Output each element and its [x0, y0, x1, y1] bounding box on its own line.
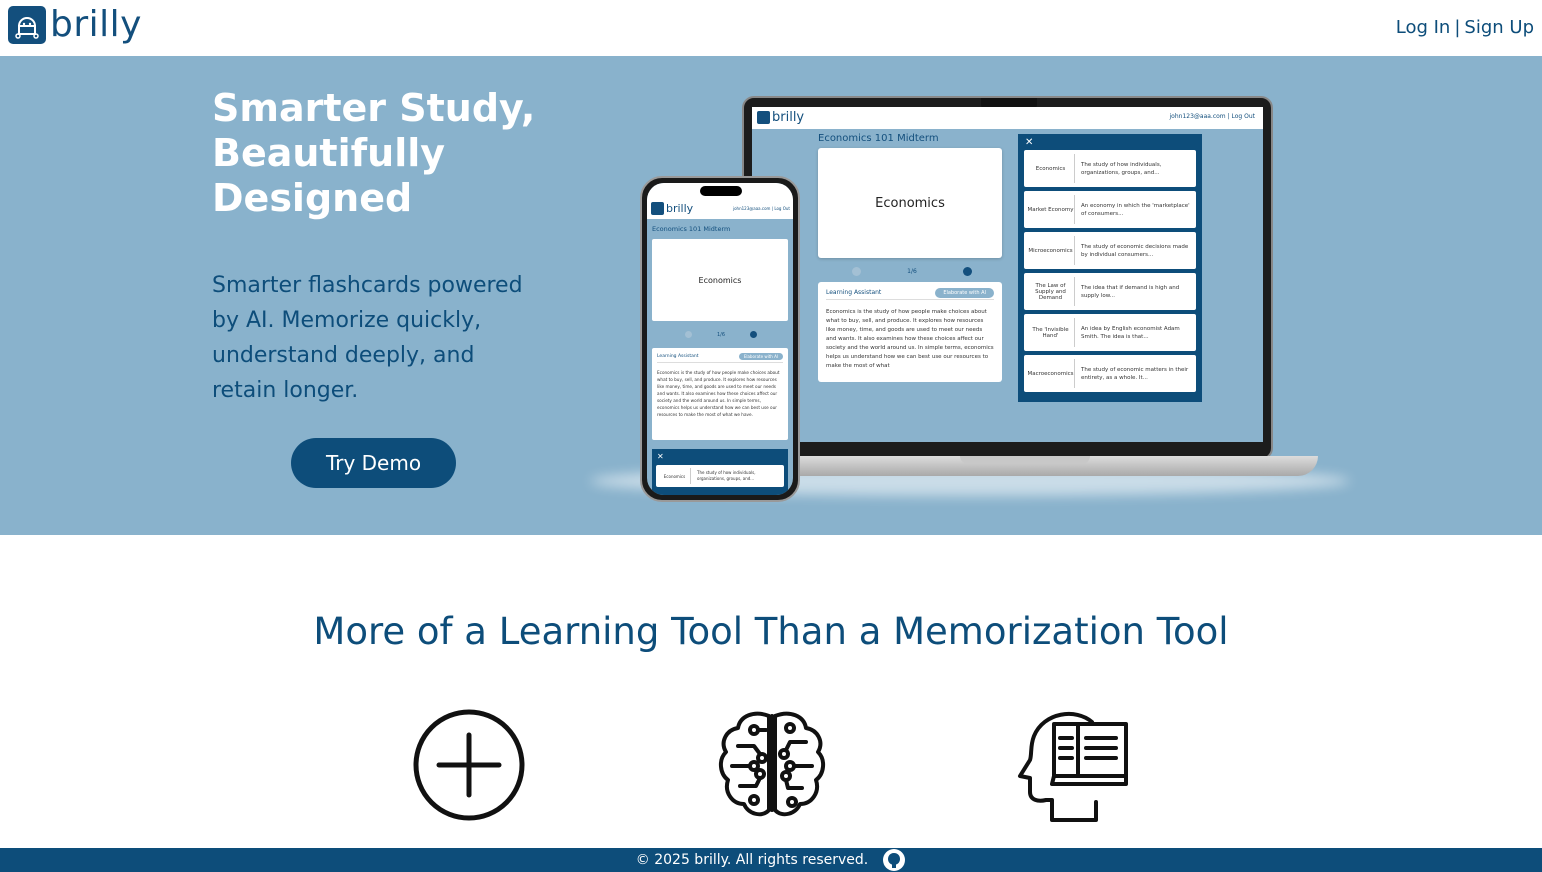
list-item: Economics The study of how individuals, o… — [656, 465, 784, 487]
phone-logo: brilly — [651, 202, 693, 215]
phone-island — [700, 186, 742, 196]
mockup-close-icon: ✕ — [1025, 137, 1034, 148]
phone-account: john123@aaa.com | Log Out — [733, 206, 790, 211]
hero-title: Smarter Study, Beautifully Designed — [212, 86, 572, 221]
mockup-assistant-text: Economics is the study of how people mak… — [826, 309, 994, 369]
mockup-term-list: ✕ Economics The study of how individuals,… — [1018, 134, 1202, 402]
mockup-logo: brilly — [757, 110, 804, 125]
definition: The study of economic matters in their e… — [1081, 366, 1189, 381]
list-item: The Law of Supply and Demand The idea tha… — [1024, 273, 1196, 310]
robot-icon — [8, 6, 46, 44]
phone-deck-title: Economics 101 Midterm — [652, 225, 731, 233]
mockup-flashcard: Economics — [818, 148, 1002, 258]
auth-links: Log In | Sign Up — [1396, 17, 1534, 38]
phone-elaborate-pill: Elaborate with AI — [738, 353, 783, 360]
mockup-logo-text: brilly — [772, 110, 805, 125]
term: Macroeconomics — [1027, 359, 1075, 388]
login-link[interactable]: Log In — [1396, 17, 1451, 38]
try-demo-button[interactable]: Try Demo — [291, 438, 456, 488]
phone-term-list: ✕ Economics The study of how individuals,… — [652, 449, 788, 495]
phone-assistant-text: Economics is the study of how people mak… — [657, 370, 780, 417]
phone-mockup: brilly john123@aaa.com | Log Out Economi… — [640, 176, 800, 502]
brain-circuit-icon — [714, 706, 830, 824]
term: Economics — [1027, 154, 1075, 183]
laptop-mockup: brilly john123@aaa.com | Log Out Economi… — [742, 96, 1273, 460]
definition: The study of economic decisions made by … — [1081, 243, 1189, 258]
term: Market Economy — [1027, 195, 1075, 224]
laptop-hinge — [960, 456, 1090, 464]
next-dot-icon — [963, 266, 972, 276]
phone-close-icon: ✕ — [657, 452, 664, 461]
term: The Law of Supply and Demand — [1027, 277, 1075, 306]
site-header: brilly Log In | Sign Up — [0, 0, 1542, 56]
definition: The study of how individuals, organizati… — [697, 470, 756, 481]
hero-title-line-1: Smarter Study, — [212, 86, 536, 130]
list-item: The 'Invisible Hand' An idea by English e… — [1024, 314, 1196, 351]
list-item: Microeconomics The study of economic deci… — [1024, 232, 1196, 269]
footer-copyright: © 2025 brilly. All rights reserved. — [635, 852, 869, 868]
laptop-screen-content: brilly john123@aaa.com | Log Out Economi… — [752, 107, 1263, 442]
github-icon[interactable] — [882, 848, 906, 872]
phone-progress: 1/6 — [716, 331, 726, 338]
term: Economics — [659, 468, 691, 484]
prev-dot-icon — [685, 331, 692, 338]
definition: An idea by English economist Adam Smith.… — [1081, 325, 1180, 340]
features-title: More of a Learning Tool Than a Memorizat… — [313, 610, 1229, 653]
phone-card-nav: 1/6 — [685, 331, 757, 338]
definition: An economy in which the 'marketplace' of… — [1081, 202, 1190, 217]
hero-subtitle: Smarter flashcards powered by AI. Memori… — [212, 273, 523, 403]
term: The 'Invisible Hand' — [1027, 318, 1075, 347]
phone-robot-icon — [651, 202, 664, 215]
phone-topbar: brilly john123@aaa.com | Log Out — [647, 199, 793, 219]
phone-screen-content: brilly john123@aaa.com | Log Out Economi… — [647, 183, 793, 495]
mockup-assistant-label: Learning Assistant — [826, 289, 882, 296]
prev-dot-icon — [852, 266, 861, 276]
phone-logo-text: brilly — [666, 202, 694, 215]
signup-link[interactable]: Sign Up — [1464, 17, 1534, 38]
site-footer: © 2025 brilly. All rights reserved. — [0, 848, 1542, 872]
list-item: Market Economy An economy in which the 'm… — [1024, 191, 1196, 228]
head-book-icon — [1016, 706, 1132, 824]
brand-logo[interactable]: brilly — [8, 6, 142, 44]
phone-assistant: Learning Assistant Elaborate with AI Eco… — [652, 348, 788, 440]
definition: The study of how individuals, organizati… — [1081, 161, 1162, 176]
auth-separator: | — [1454, 17, 1461, 38]
next-dot-icon — [749, 331, 757, 338]
hero-title-line-2: Beautifully — [212, 131, 446, 175]
hero-section: Smarter Study, Beautifully Designed Smar… — [0, 56, 1542, 535]
hero-title-line-3: Designed — [212, 176, 413, 220]
term: Microeconomics — [1027, 236, 1075, 265]
mockup-robot-icon — [757, 111, 770, 124]
phone-flashcard: Economics — [652, 239, 788, 321]
definition: The idea that if demand is high and supp… — [1081, 284, 1180, 299]
mockup-card-nav: 1/6 — [852, 265, 972, 277]
phone-assistant-label: Learning Assistant — [657, 354, 699, 359]
list-item: Macroeconomics The study of economic matt… — [1024, 355, 1196, 392]
logo-text: brilly — [50, 4, 142, 45]
plus-circle-icon — [412, 706, 528, 824]
mockup-assistant: Learning Assistant Elaborate with AI Eco… — [818, 282, 1002, 382]
mockup-account: john123@aaa.com | Log Out — [1169, 113, 1256, 120]
mockup-deck-title: Economics 101 Midterm — [818, 133, 939, 144]
mockup-topbar: brilly john123@aaa.com | Log Out — [752, 107, 1263, 129]
phone-status-bar — [647, 183, 793, 199]
list-item: Economics The study of how individuals, o… — [1024, 150, 1196, 187]
mockup-progress: 1/6 — [907, 267, 917, 275]
mockup-elaborate-pill: Elaborate with AI — [935, 287, 994, 298]
